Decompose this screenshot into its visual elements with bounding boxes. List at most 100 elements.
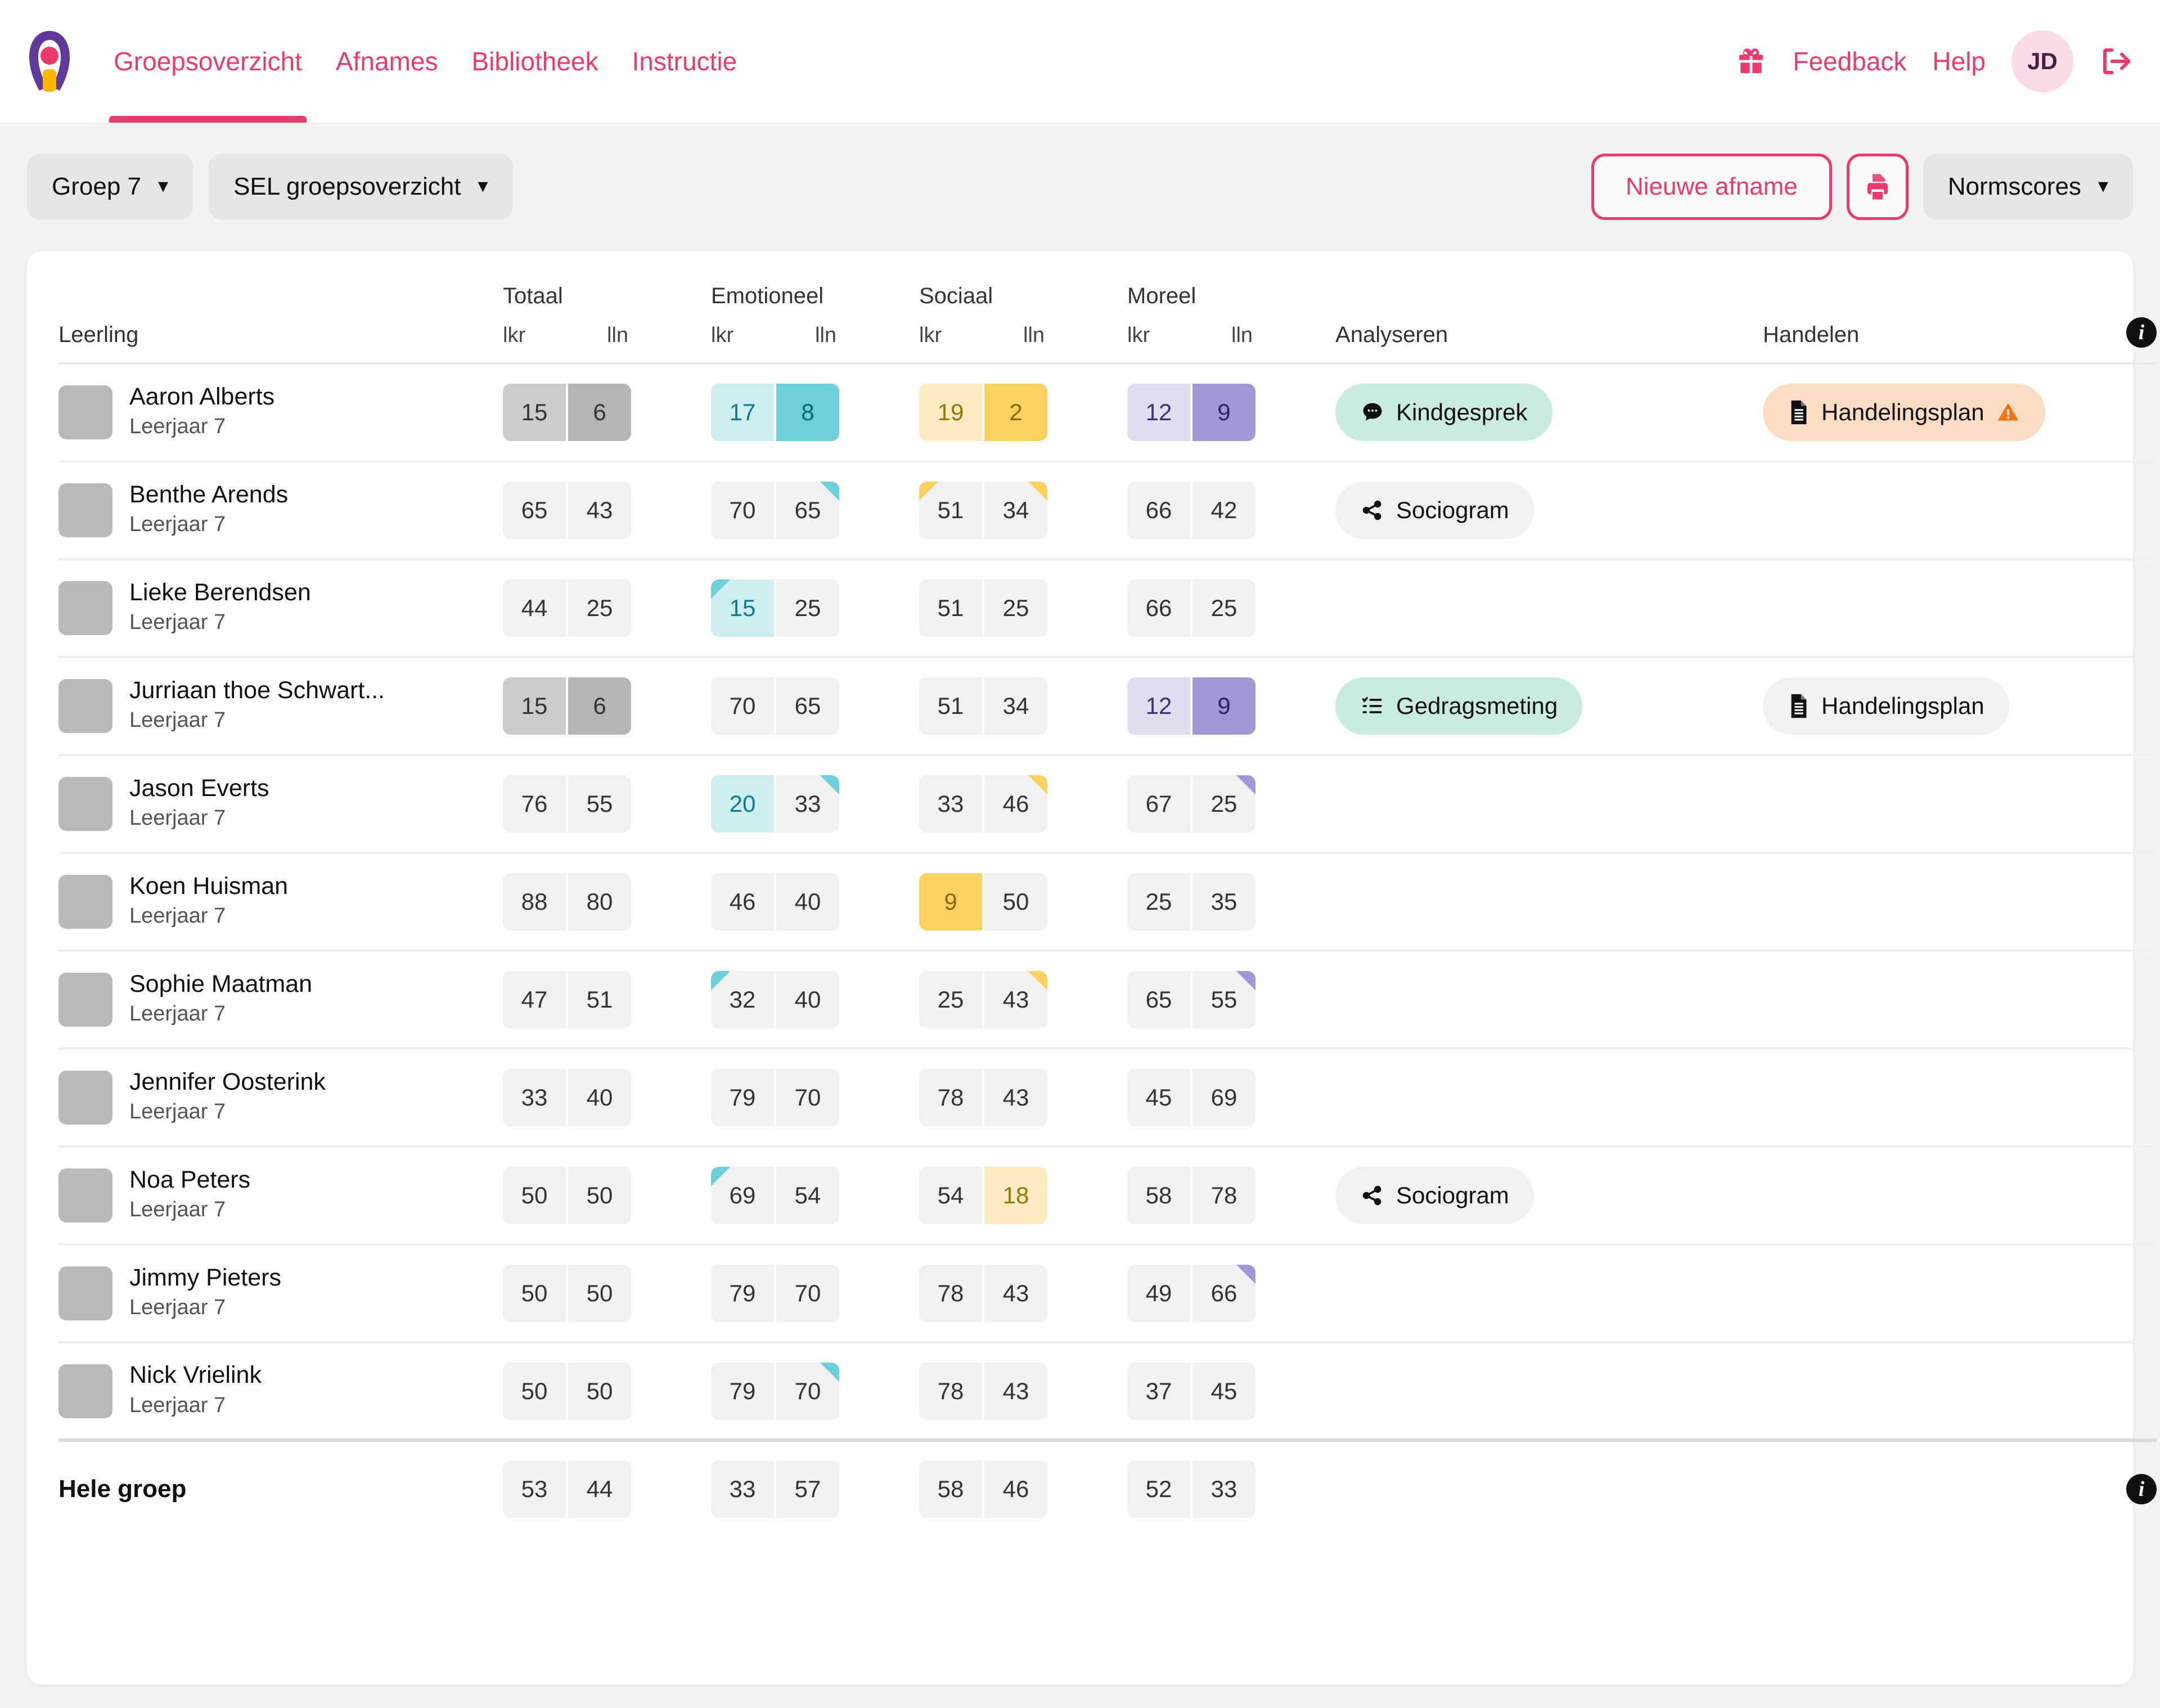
score-cell-totaal-lln[interactable]: 80	[568, 873, 631, 931]
table-row[interactable]: Jimmy Pieters Leerjaar 7 50 50 79 70 78 43 49 66	[58, 1244, 2157, 1342]
score-cell-sociaal-lkr[interactable]: 58	[919, 1460, 982, 1518]
score-cell-sociaal-lkr[interactable]: 78	[919, 1265, 982, 1322]
score-cell-sociaal-lln[interactable]: 34	[984, 482, 1047, 539]
student-cell[interactable]: Sophie Maatman Leerjaar 7	[58, 951, 503, 1049]
user-avatar[interactable]: JD	[2012, 30, 2073, 92]
score-cell-totaal-lln[interactable]: 25	[568, 579, 631, 637]
score-cell-sociaal-lln[interactable]: 46	[984, 1460, 1047, 1518]
score-cell-moreel-lln[interactable]: 42	[1192, 482, 1256, 539]
info-icon-footer[interactable]: i	[2126, 1473, 2157, 1504]
analyseren-pill[interactable]: Sociogram	[1335, 1167, 1534, 1224]
table-row[interactable]: Noa Peters Leerjaar 7 50 50 69 54 54 18 58 78 Soci…	[58, 1147, 2157, 1244]
score-cell-moreel-lln[interactable]: 25	[1192, 775, 1256, 833]
score-cell-moreel-lkr[interactable]: 58	[1127, 1167, 1191, 1224]
score-cell-sociaal-lkr[interactable]: 25	[919, 971, 982, 1028]
score-cell-moreel-lkr[interactable]: 25	[1127, 873, 1191, 931]
score-cell-sociaal-lkr[interactable]: 51	[919, 677, 982, 735]
logout-icon[interactable]	[2099, 44, 2133, 78]
score-cell-emotioneel-lkr[interactable]: 70	[711, 482, 774, 539]
score-cell-emotioneel-lkr[interactable]: 33	[711, 1460, 774, 1518]
score-cell-moreel-lln[interactable]: 45	[1192, 1362, 1256, 1420]
score-cell-moreel-lkr[interactable]: 37	[1127, 1362, 1191, 1420]
score-cell-totaal-lln[interactable]: 51	[568, 971, 631, 1028]
student-cell[interactable]: Nick Vrielink Leerjaar 7	[58, 1342, 503, 1440]
score-cell-emotioneel-lkr[interactable]: 79	[711, 1069, 774, 1126]
table-row[interactable]: Jason Everts Leerjaar 7 76 55 20 33 33 46 67 25	[58, 755, 2157, 853]
score-cell-emotioneel-lkr[interactable]: 79	[711, 1362, 774, 1420]
score-cell-sociaal-lkr[interactable]: 78	[919, 1069, 982, 1126]
analyseren-pill[interactable]: Gedragsmeting	[1335, 677, 1583, 735]
score-cell-sociaal-lln[interactable]: 2	[984, 384, 1047, 441]
score-cell-totaal-lln[interactable]: 50	[568, 1167, 631, 1224]
score-cell-moreel-lkr[interactable]: 65	[1127, 971, 1191, 1028]
score-cell-totaal-lln[interactable]: 6	[568, 677, 631, 735]
score-cell-moreel-lkr[interactable]: 49	[1127, 1265, 1191, 1322]
score-cell-emotioneel-lln[interactable]: 70	[776, 1069, 839, 1126]
score-cell-emotioneel-lln[interactable]: 40	[776, 873, 839, 931]
student-cell[interactable]: Koen Huisman Leerjaar 7	[58, 853, 503, 951]
info-icon-header[interactable]: i	[2126, 317, 2157, 348]
handelen-pill[interactable]: Handelingsplan	[1763, 677, 2009, 735]
table-row[interactable]: Jurriaan thoe Schwart... Leerjaar 7 15 6 70 6…	[58, 657, 2157, 755]
nav-item-instructie[interactable]: Instructie	[615, 0, 754, 123]
score-cell-sociaal-lln[interactable]: 43	[984, 1069, 1047, 1126]
score-cell-sociaal-lln[interactable]: 34	[984, 677, 1047, 735]
score-cell-emotioneel-lln[interactable]: 70	[776, 1362, 839, 1420]
score-cell-moreel-lln[interactable]: 9	[1192, 384, 1256, 441]
score-cell-emotioneel-lkr[interactable]: 79	[711, 1265, 774, 1322]
handelen-pill[interactable]: Handelingsplan	[1763, 384, 2045, 441]
score-cell-emotioneel-lln[interactable]: 70	[776, 1265, 839, 1322]
score-cell-moreel-lkr[interactable]: 52	[1127, 1460, 1191, 1518]
student-cell[interactable]: Jimmy Pieters Leerjaar 7	[58, 1244, 503, 1342]
score-cell-moreel-lln[interactable]: 78	[1192, 1167, 1256, 1224]
score-cell-emotioneel-lkr[interactable]: 46	[711, 873, 774, 931]
score-cell-moreel-lln[interactable]: 55	[1192, 971, 1256, 1028]
score-cell-totaal-lln[interactable]: 55	[568, 775, 631, 833]
student-cell[interactable]: Noa Peters Leerjaar 7	[58, 1147, 503, 1244]
score-cell-emotioneel-lln[interactable]: 8	[776, 384, 839, 441]
score-cell-moreel-lln[interactable]: 25	[1192, 579, 1256, 637]
score-cell-emotioneel-lkr[interactable]: 70	[711, 677, 774, 735]
student-cell[interactable]: Lieke Berendsen Leerjaar 7	[58, 559, 503, 657]
score-cell-moreel-lkr[interactable]: 12	[1127, 677, 1191, 735]
nav-item-bibliotheek[interactable]: Bibliotheek	[454, 0, 615, 123]
score-cell-sociaal-lln[interactable]: 43	[984, 971, 1047, 1028]
score-cell-moreel-lln[interactable]: 69	[1192, 1069, 1256, 1126]
score-cell-emotioneel-lln[interactable]: 65	[776, 677, 839, 735]
score-cell-totaal-lkr[interactable]: 88	[503, 873, 566, 931]
score-cell-sociaal-lln[interactable]: 43	[984, 1265, 1047, 1322]
score-cell-sociaal-lkr[interactable]: 19	[919, 384, 982, 441]
score-cell-totaal-lkr[interactable]: 44	[503, 579, 566, 637]
table-row[interactable]: Lieke Berendsen Leerjaar 7 44 25 15 25 51 25 66 2…	[58, 559, 2157, 657]
print-button[interactable]	[1846, 154, 1909, 220]
score-cell-totaal-lln[interactable]: 44	[568, 1460, 631, 1518]
score-cell-emotioneel-lkr[interactable]: 69	[711, 1167, 774, 1224]
score-cell-sociaal-lln[interactable]: 50	[984, 873, 1047, 931]
analyseren-pill[interactable]: Kindgesprek	[1335, 384, 1552, 441]
score-cell-totaal-lln[interactable]: 40	[568, 1069, 631, 1126]
score-cell-emotioneel-lkr[interactable]: 17	[711, 384, 774, 441]
score-cell-emotioneel-lln[interactable]: 54	[776, 1167, 839, 1224]
score-cell-sociaal-lln[interactable]: 18	[984, 1167, 1047, 1224]
score-cell-totaal-lln[interactable]: 50	[568, 1362, 631, 1420]
app-logo[interactable]	[22, 29, 76, 94]
score-cell-moreel-lkr[interactable]: 66	[1127, 579, 1191, 637]
score-cell-emotioneel-lkr[interactable]: 20	[711, 775, 774, 833]
score-cell-moreel-lln[interactable]: 66	[1192, 1265, 1256, 1322]
table-row[interactable]: Jennifer Oosterink Leerjaar 7 33 40 79 70 78 43…	[58, 1049, 2157, 1147]
score-cell-emotioneel-lln[interactable]: 25	[776, 579, 839, 637]
table-row[interactable]: Sophie Maatman Leerjaar 7 47 51 32 40 25 43 65 55	[58, 951, 2157, 1049]
score-cell-sociaal-lkr[interactable]: 54	[919, 1167, 982, 1224]
nav-item-feedback[interactable]: Feedback	[1793, 46, 1906, 77]
score-cell-emotioneel-lln[interactable]: 65	[776, 482, 839, 539]
score-cell-totaal-lln[interactable]: 6	[568, 384, 631, 441]
group-select[interactable]: Groep 7 ▾	[27, 154, 194, 220]
score-cell-totaal-lkr[interactable]: 50	[503, 1167, 566, 1224]
score-type-select[interactable]: Normscores ▾	[1923, 154, 2133, 220]
gift-icon[interactable]	[1735, 46, 1767, 77]
student-cell[interactable]: Jason Everts Leerjaar 7	[58, 755, 503, 853]
table-row[interactable]: Aaron Alberts Leerjaar 7 15 6 17 8 19 2 12 9 Kindg…	[58, 363, 2157, 461]
score-cell-emotioneel-lln[interactable]: 40	[776, 971, 839, 1028]
score-cell-emotioneel-lkr[interactable]: 32	[711, 971, 774, 1028]
score-cell-totaal-lkr[interactable]: 15	[503, 384, 566, 441]
